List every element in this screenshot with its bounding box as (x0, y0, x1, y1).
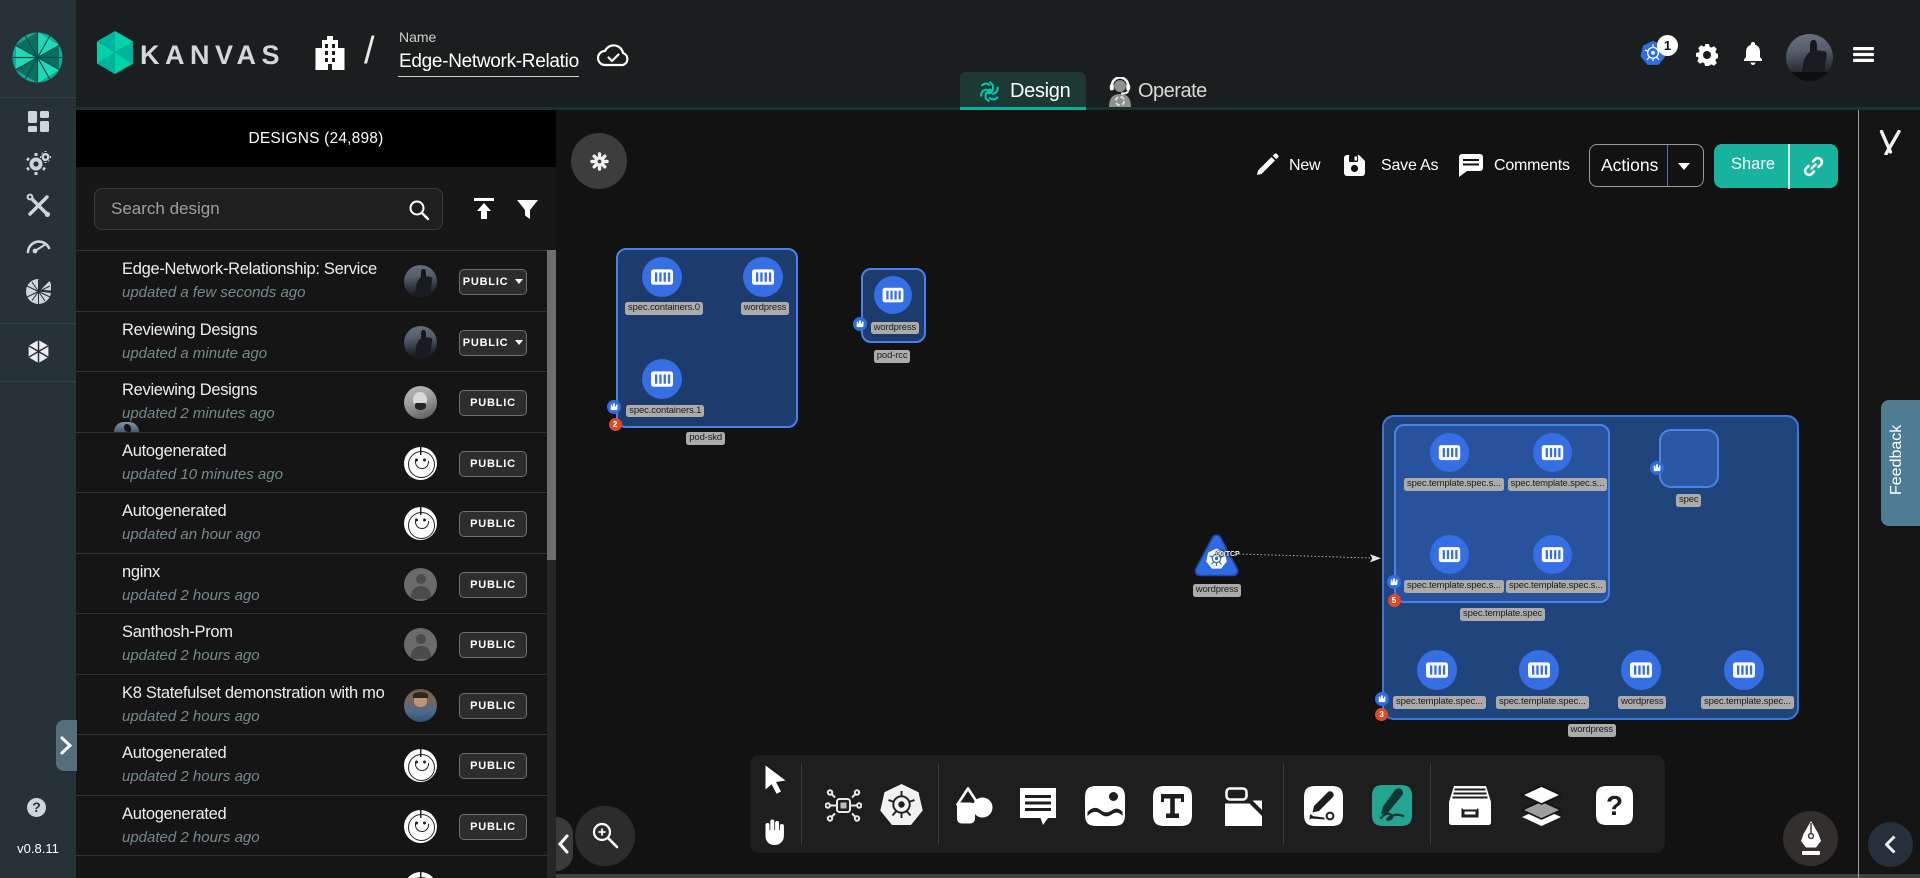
svg-text:?: ? (1606, 790, 1623, 821)
